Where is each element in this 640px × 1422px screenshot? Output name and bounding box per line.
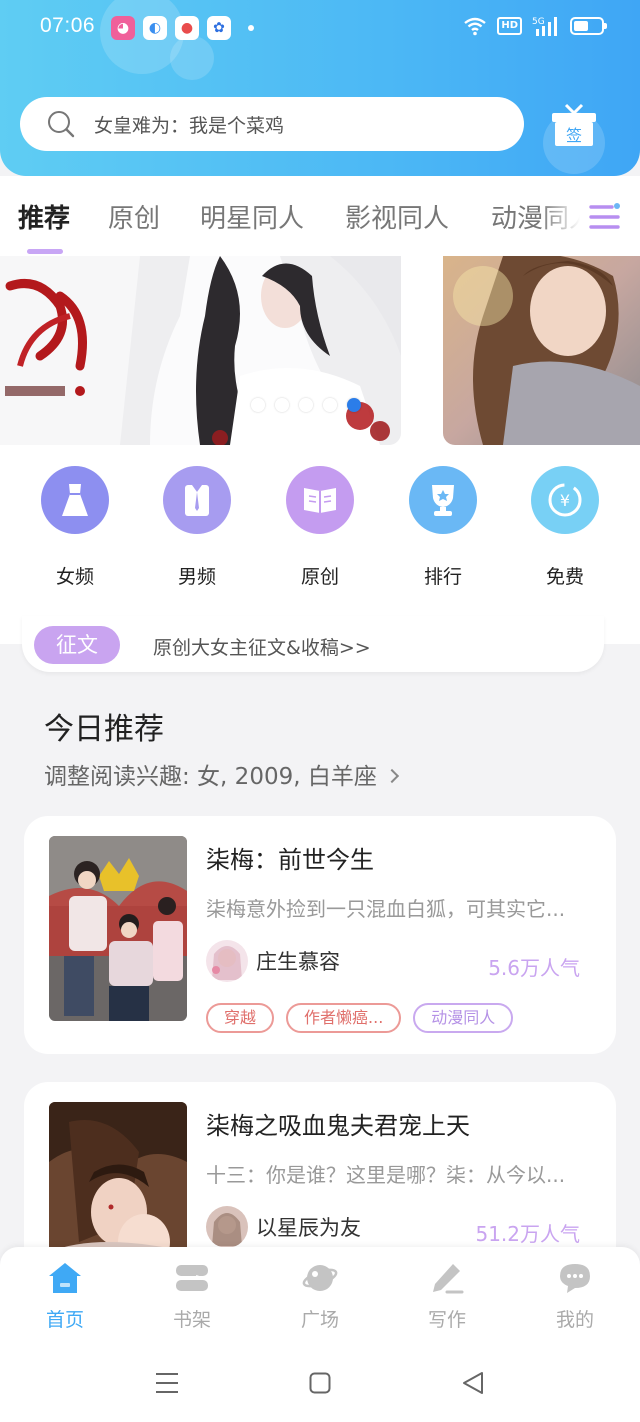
baidu-icon: ✿ xyxy=(207,16,231,40)
nav-write[interactable]: 写作 xyxy=(415,1261,479,1332)
category-label: 女频 xyxy=(55,566,94,588)
header: 07:06 ◕ ◐ ● ✿ HD 5G 女皇难为：我是个菜鸡 签 xyxy=(0,0,640,176)
book-tags: 穿越 作者懒癌... 动漫同人 xyxy=(206,1003,514,1033)
status-dot xyxy=(248,25,254,31)
pagination-dot[interactable] xyxy=(275,398,289,412)
bookshelf-icon xyxy=(176,1265,209,1291)
status-bar: 07:06 ◕ ◐ ● ✿ HD 5G xyxy=(0,0,640,56)
category-label: 男频 xyxy=(177,566,216,588)
book-icon xyxy=(286,466,354,534)
category-female[interactable]: 女频 xyxy=(41,466,109,589)
hd-badge: HD xyxy=(497,17,522,35)
book-author[interactable]: 以星辰为友 xyxy=(206,1206,361,1248)
section-title: 今日推荐 xyxy=(44,712,164,747)
book-title: 柒梅：前世今生 xyxy=(206,846,374,874)
book-description: 柒梅意外捡到一只混血白狐，可其实它... xyxy=(206,897,566,921)
book-title: 柒梅之吸血鬼夫君宠上天 xyxy=(206,1112,470,1140)
pagination-dot[interactable] xyxy=(299,398,313,412)
book-tag[interactable]: 动漫同人 xyxy=(413,1003,514,1033)
tab-indicator xyxy=(27,249,63,254)
network-label: 5G xyxy=(532,17,545,27)
home-icon xyxy=(49,1263,81,1293)
category-label: 原创 xyxy=(300,566,339,588)
battery-icon xyxy=(570,17,607,35)
contest-tag: 征文 xyxy=(34,626,120,664)
banner-illustration xyxy=(443,256,640,445)
chevron-right-icon xyxy=(384,768,399,783)
category-label: 排行 xyxy=(423,566,462,588)
nav-home[interactable]: 首页 xyxy=(33,1261,97,1332)
book-author[interactable]: 庄生慕容 xyxy=(206,940,340,982)
contest-notice[interactable]: 征文 原创大女主征文&收稿>> xyxy=(22,616,604,672)
nav-label: 首页 xyxy=(45,1309,84,1331)
popularity-count: 5.6万人气 xyxy=(488,956,580,980)
chat-icon xyxy=(560,1264,590,1293)
tab-original[interactable]: 原创 xyxy=(108,198,160,235)
interest-settings-text: 调整阅读兴趣: 女, 2009, 白羊座 xyxy=(44,764,377,790)
nav-square[interactable]: 广场 xyxy=(288,1261,352,1332)
search-bar[interactable]: 女皇难为：我是个菜鸡 xyxy=(20,97,524,151)
coin-icon: ¥ xyxy=(531,466,599,534)
search-placeholder: 女皇难为：我是个菜鸡 xyxy=(94,114,285,137)
contest-text: 原创大女主征文&收稿>> xyxy=(153,637,371,659)
pagination-dot-active[interactable] xyxy=(347,398,361,412)
app-notification-icon: ◐ xyxy=(143,16,167,40)
category-tabs: 推荐 原创 明星同人 影视同人 动漫同人 xyxy=(0,176,640,256)
nav-label: 我的 xyxy=(555,1309,594,1331)
nav-me[interactable]: 我的 xyxy=(543,1261,607,1332)
search-icon xyxy=(48,111,75,138)
status-time: 07:06 xyxy=(40,14,96,37)
system-navigation-bar xyxy=(0,1343,640,1422)
category-ranking[interactable]: 排行 xyxy=(409,466,477,589)
author-name: 庄生慕容 xyxy=(256,950,340,974)
checkin-label: 签 xyxy=(566,126,582,145)
category-label: 免费 xyxy=(545,566,584,588)
category-original[interactable]: 原创 xyxy=(286,466,354,589)
banner-illustration xyxy=(0,256,401,445)
svg-text:¥: ¥ xyxy=(560,491,570,510)
book-card[interactable]: 柒梅：前世今生 柒梅意外捡到一只混血白狐，可其实它... 庄生慕容 5.6万人气… xyxy=(24,816,616,1054)
pagination-dot[interactable] xyxy=(251,398,265,412)
home-square-icon[interactable] xyxy=(309,1372,331,1394)
interest-settings-link[interactable]: 调整阅读兴趣: 女, 2009, 白羊座 xyxy=(44,757,399,791)
app-notification-icon: ● xyxy=(175,16,199,40)
bottom-navigation: 首页 书架 广场 写作 我的 xyxy=(0,1247,640,1343)
tab-celebrity-fanfic[interactable]: 明星同人 xyxy=(200,198,304,235)
wifi-icon xyxy=(464,17,487,36)
banner-slide[interactable] xyxy=(0,256,401,445)
avatar xyxy=(206,1206,248,1248)
pagination-dot[interactable] xyxy=(323,398,337,412)
pen-icon xyxy=(433,1264,464,1294)
dress-icon xyxy=(41,466,109,534)
book-description: 十三：你是谁？这里是哪？柒：从今以... xyxy=(206,1163,566,1187)
app-notification-icon: ◕ xyxy=(111,16,135,40)
category-free[interactable]: ¥ 免费 xyxy=(531,466,599,589)
banner-pagination xyxy=(251,398,361,412)
planet-icon xyxy=(302,1265,338,1291)
category-male[interactable]: 男频 xyxy=(163,466,231,589)
trophy-icon xyxy=(409,466,477,534)
tab-film-fanfic[interactable]: 影视同人 xyxy=(345,198,449,235)
banner-slide-next[interactable] xyxy=(443,256,640,445)
book-cover xyxy=(49,836,187,1021)
checkin-gift-button[interactable]: 签 xyxy=(550,103,598,147)
signal-icon: 5G xyxy=(532,17,557,36)
book-tag[interactable]: 作者懒癌... xyxy=(286,1003,402,1033)
nav-label: 写作 xyxy=(427,1309,466,1331)
back-icon[interactable] xyxy=(461,1371,485,1395)
book-tag[interactable]: 穿越 xyxy=(206,1003,275,1033)
author-name: 以星辰为友 xyxy=(256,1216,361,1240)
shirt-icon xyxy=(163,466,231,534)
recent-apps-icon[interactable] xyxy=(155,1372,179,1394)
tab-recommend[interactable]: 推荐 xyxy=(18,198,70,235)
nav-label: 广场 xyxy=(300,1309,339,1331)
nav-label: 书架 xyxy=(172,1309,211,1331)
tab-menu-icon[interactable] xyxy=(588,200,622,234)
nav-bookshelf[interactable]: 书架 xyxy=(160,1261,224,1332)
avatar xyxy=(206,940,248,982)
popularity-count: 51.2万人气 xyxy=(475,1222,580,1246)
